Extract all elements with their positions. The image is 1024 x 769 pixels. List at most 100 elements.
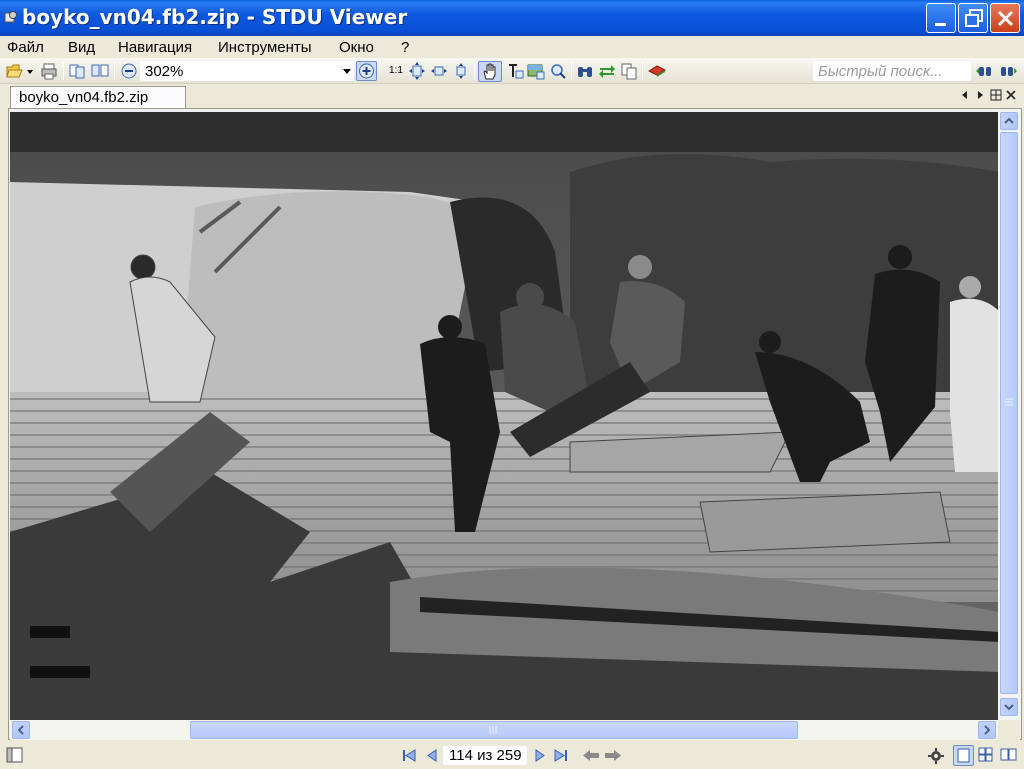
zoom-in-button[interactable] bbox=[356, 61, 377, 81]
facing-view-button[interactable] bbox=[999, 745, 1020, 766]
menu-help[interactable]: ? bbox=[401, 39, 409, 56]
tab-scroll-left-icon[interactable] bbox=[958, 88, 972, 102]
text-select-icon bbox=[509, 64, 524, 79]
chevron-right-icon bbox=[984, 725, 991, 735]
menu-window[interactable]: Окно bbox=[339, 39, 374, 56]
scroll-up-button[interactable] bbox=[1000, 112, 1018, 130]
chevron-up-icon bbox=[1004, 117, 1014, 124]
scroll-left-button[interactable] bbox=[12, 721, 30, 739]
hand-tool-button[interactable] bbox=[478, 61, 502, 82]
tab-scroll-right-icon[interactable] bbox=[973, 88, 987, 102]
scroll-down-button[interactable] bbox=[1000, 698, 1018, 716]
restore-icon bbox=[965, 9, 983, 27]
facing-pages-icon bbox=[1000, 748, 1017, 761]
sidebar-toggle-icon[interactable] bbox=[6, 747, 24, 764]
scroll-corner bbox=[998, 720, 1020, 740]
single-page-view-button[interactable] bbox=[953, 745, 974, 766]
minimize-icon bbox=[935, 23, 946, 26]
main-toolbar: 302% 1:1 bbox=[0, 58, 1024, 84]
fit-width-button[interactable] bbox=[430, 62, 448, 80]
back-icon[interactable] bbox=[582, 747, 600, 764]
chevron-left-icon bbox=[17, 725, 24, 735]
document-viewport[interactable] bbox=[8, 108, 1022, 740]
window-title: boyko_vn04.fb2.zip - STDU Viewer bbox=[22, 5, 408, 29]
two-pages-button[interactable] bbox=[91, 62, 109, 80]
zoom-value: 302% bbox=[145, 63, 184, 80]
search-next-button[interactable] bbox=[999, 62, 1017, 80]
fit-page-icon bbox=[409, 62, 425, 80]
continuous-view-button[interactable] bbox=[976, 745, 997, 766]
pages-icon bbox=[69, 64, 85, 79]
grid-pages-icon bbox=[978, 747, 993, 762]
status-bar: 114 из 259 bbox=[0, 742, 1024, 768]
title-bar: boyko_vn04.fb2.zip - STDU Viewer bbox=[0, 0, 1024, 36]
print-button[interactable] bbox=[40, 62, 58, 80]
image-select-icon bbox=[527, 64, 545, 80]
binoculars-next-icon bbox=[1001, 67, 1017, 76]
snapshot-button[interactable] bbox=[549, 62, 567, 80]
horizontal-scroll-thumb[interactable] bbox=[190, 721, 798, 739]
two-pages-icon bbox=[91, 64, 109, 77]
copy-button[interactable] bbox=[620, 62, 638, 80]
fit-height-icon bbox=[456, 63, 466, 79]
restore-button[interactable] bbox=[958, 3, 988, 33]
forward-icon[interactable] bbox=[604, 747, 622, 764]
zoom-select[interactable]: 302% bbox=[140, 61, 354, 81]
chevron-down-icon bbox=[343, 69, 351, 74]
bookmark-button[interactable] bbox=[648, 62, 666, 80]
actual-size-button[interactable]: 1:1 bbox=[389, 65, 403, 76]
last-page-icon[interactable] bbox=[552, 747, 570, 764]
first-page-icon[interactable] bbox=[400, 747, 418, 764]
grip-icon bbox=[1005, 398, 1013, 406]
copy-icon bbox=[621, 63, 637, 80]
zoom-out-button[interactable] bbox=[120, 62, 138, 80]
open-button[interactable] bbox=[6, 62, 34, 80]
photo-image bbox=[10, 112, 1000, 720]
fit-page-button[interactable] bbox=[408, 62, 426, 80]
copy-page-button[interactable] bbox=[68, 62, 86, 80]
menu-tools[interactable]: Инструменты bbox=[218, 39, 312, 56]
minimize-button[interactable] bbox=[926, 3, 956, 33]
fit-width-icon bbox=[431, 66, 447, 76]
toolbar-separator bbox=[642, 62, 643, 80]
open-folder-icon bbox=[6, 64, 33, 78]
menu-file[interactable]: Файл bbox=[7, 39, 44, 56]
text-select-button[interactable] bbox=[506, 62, 524, 80]
tab-list-icon[interactable] bbox=[989, 88, 1003, 102]
page-photo bbox=[10, 112, 1000, 720]
previous-page-icon[interactable] bbox=[423, 747, 441, 764]
find-button[interactable] bbox=[576, 62, 594, 80]
settings-gear-icon[interactable] bbox=[927, 747, 945, 764]
tab-close-icon[interactable] bbox=[1004, 88, 1018, 102]
page-indicator: 114 из 259 bbox=[449, 747, 522, 764]
image-select-button[interactable] bbox=[527, 62, 545, 80]
document-tab-strip: boyko_vn04.fb2.zip bbox=[0, 84, 1024, 110]
single-page-icon bbox=[957, 748, 970, 763]
magnifier-icon bbox=[551, 64, 566, 79]
vertical-scroll-thumb[interactable] bbox=[1000, 132, 1018, 694]
quick-search-input[interactable] bbox=[813, 61, 971, 81]
toolbar-separator bbox=[474, 62, 475, 80]
vertical-scrollbar[interactable] bbox=[998, 110, 1020, 720]
quick-search-field[interactable] bbox=[813, 61, 971, 81]
zoom-in-icon bbox=[359, 63, 374, 79]
tab-label: boyko_vn04.fb2.zip bbox=[19, 89, 149, 106]
sync-button[interactable] bbox=[598, 62, 616, 80]
menu-bar: Файл Вид Навигация Инструменты Окно ? bbox=[0, 36, 1024, 58]
grip-icon bbox=[489, 726, 497, 734]
menu-navigation[interactable]: Навигация bbox=[118, 39, 192, 56]
close-button[interactable] bbox=[990, 3, 1020, 33]
page-number-field[interactable]: 114 из 259 bbox=[443, 746, 527, 765]
horizontal-scrollbar[interactable] bbox=[10, 720, 998, 740]
bookmark-icon bbox=[648, 65, 666, 77]
tab-document[interactable]: boyko_vn04.fb2.zip bbox=[10, 86, 186, 110]
menu-view[interactable]: Вид bbox=[68, 39, 95, 56]
printer-icon bbox=[41, 63, 57, 80]
binoculars-icon bbox=[578, 67, 592, 77]
exchange-arrows-icon bbox=[599, 65, 615, 78]
scroll-right-button[interactable] bbox=[978, 721, 996, 739]
fit-height-button[interactable] bbox=[452, 62, 470, 80]
search-prev-button[interactable] bbox=[976, 62, 994, 80]
next-page-icon[interactable] bbox=[531, 747, 549, 764]
chevron-down-icon bbox=[1004, 704, 1014, 711]
